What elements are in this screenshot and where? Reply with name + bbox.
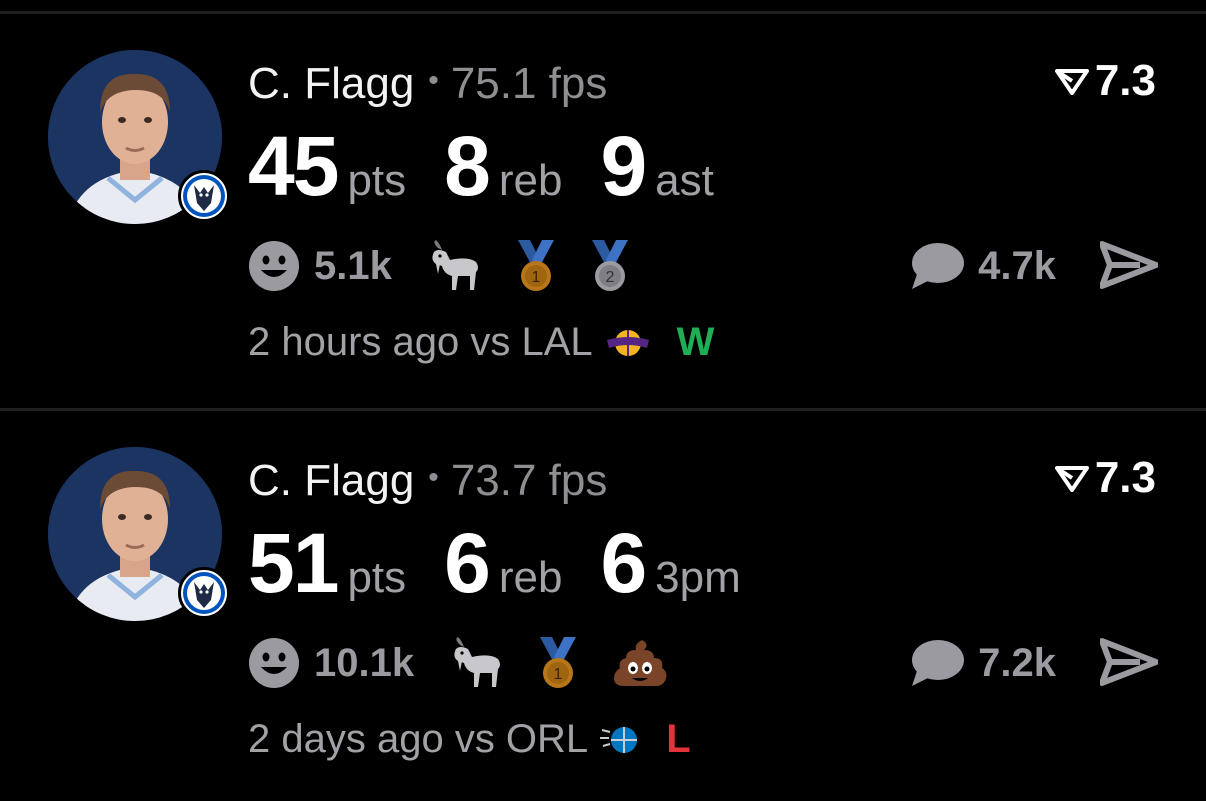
send-icon — [1100, 241, 1158, 289]
gold-medal-icon[interactable]: 1 — [538, 637, 578, 689]
stat-value: 9 — [600, 119, 647, 213]
comment-count: 4.7k — [978, 243, 1056, 288]
separator-dot: • — [428, 461, 439, 494]
game-time: 2 days ago vs ORL — [248, 717, 589, 761]
send-icon — [1100, 638, 1158, 686]
goat-icon[interactable] — [428, 240, 482, 292]
reaction-bar: 10.1k 1 — [248, 635, 702, 691]
gold-medal-icon[interactable]: 1 — [516, 240, 556, 292]
stat-value: 45 — [248, 119, 339, 213]
title-line: C. Flagg • 75.1 fps — [248, 56, 607, 109]
mavericks-logo-icon — [178, 170, 230, 222]
stat-unit: pts — [347, 156, 407, 205]
share-button[interactable] — [1100, 240, 1158, 290]
feed-card[interactable]: C. Flagg • 73.7 fps 7.3 51 pts 6 reb 6 3pm 10… — [0, 411, 1206, 801]
smile-icon[interactable] — [248, 240, 300, 292]
rating-icon — [1054, 69, 1089, 95]
player-name[interactable]: C. Flagg — [248, 59, 414, 108]
comment-icon — [912, 243, 965, 289]
stat-unit: reb — [498, 553, 563, 602]
stat-line: 45 pts 8 reb 9 ast — [248, 118, 752, 214]
magic-logo-icon — [600, 726, 638, 753]
game-result-loss: L — [666, 717, 691, 761]
mavericks-logo-icon — [178, 567, 230, 619]
silver-medal-icon[interactable]: 2 — [590, 240, 630, 292]
stat-value: 51 — [248, 516, 339, 610]
stat-value: 8 — [444, 119, 491, 213]
rating: 7.3 — [1054, 453, 1156, 503]
comment-count: 7.2k — [978, 640, 1056, 685]
rating: 7.3 — [1054, 56, 1156, 106]
reaction-bar: 5.1k 1 2 — [248, 238, 664, 294]
separator-dot: • — [428, 64, 439, 97]
stat-unit: pts — [347, 553, 407, 602]
game-info: 2 hours ago vs LAL W — [248, 320, 714, 365]
game-time: 2 hours ago vs LAL — [248, 320, 593, 364]
comment-button[interactable]: 4.7k — [910, 238, 1056, 294]
game-info: 2 days ago vs ORL L — [248, 717, 691, 762]
comment-button[interactable]: 7.2k — [910, 635, 1056, 691]
lakers-logo-icon — [606, 329, 649, 356]
comment-icon — [912, 640, 965, 686]
fps-value: 73.7 fps — [450, 456, 608, 505]
svg-text:1: 1 — [554, 666, 563, 683]
reaction-count: 5.1k — [314, 243, 392, 288]
feed-card[interactable]: C. Flagg • 75.1 fps 7.3 45 pts 8 reb 9 ast 5.… — [0, 14, 1206, 404]
stat-line: 51 pts 6 reb 6 3pm — [248, 515, 779, 611]
poop-icon[interactable] — [612, 638, 668, 688]
fps-value: 75.1 fps — [450, 59, 608, 108]
stat-unit: reb — [498, 156, 563, 205]
stat-unit: 3pm — [655, 553, 741, 602]
player-name[interactable]: C. Flagg — [248, 456, 414, 505]
svg-text:2: 2 — [605, 269, 614, 286]
reaction-count: 10.1k — [314, 640, 415, 685]
stat-unit: ast — [655, 156, 714, 205]
game-result-win: W — [676, 320, 715, 364]
rating-icon — [1054, 466, 1089, 492]
rating-value: 7.3 — [1094, 453, 1156, 502]
stat-value: 6 — [600, 516, 647, 610]
rating-value: 7.3 — [1094, 56, 1156, 105]
share-button[interactable] — [1100, 637, 1158, 687]
svg-text:1: 1 — [531, 269, 540, 286]
title-line: C. Flagg • 73.7 fps — [248, 453, 607, 506]
smile-icon[interactable] — [248, 637, 300, 689]
goat-icon[interactable] — [450, 637, 504, 689]
stat-value: 6 — [444, 516, 491, 610]
